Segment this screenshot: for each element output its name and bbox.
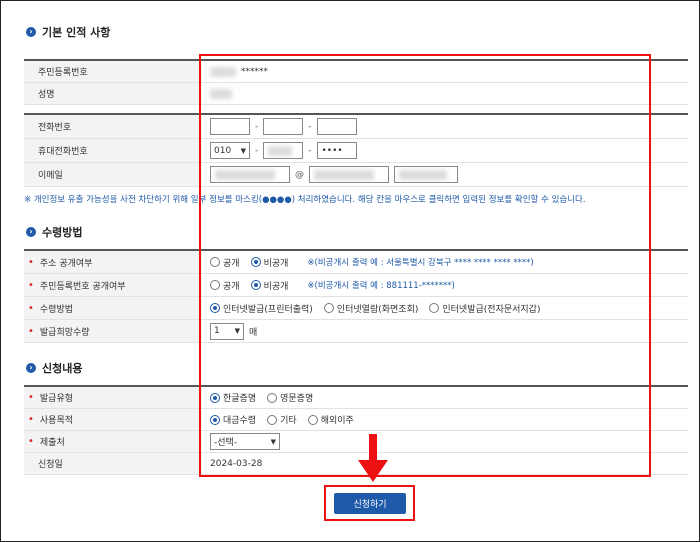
type-label: 발급유형: [24, 387, 202, 408]
phone-label: 전화번호: [24, 115, 202, 138]
highlight-box-form: [199, 54, 651, 477]
address-public-label: 주소 공개여부: [24, 251, 202, 273]
mobile-label: 휴대전화번호: [24, 139, 202, 162]
submit-button[interactable]: 신청하기: [334, 493, 406, 514]
down-arrow-icon: [358, 434, 388, 482]
arrow-circle-icon: ›: [26, 27, 36, 37]
purpose-label: 사용목적: [24, 409, 202, 430]
section-apply-title: › 신청내용: [26, 360, 82, 376]
submit-to-label: 제출처: [24, 431, 202, 452]
arrow-circle-icon: ›: [26, 363, 36, 373]
rrn-label: 주민등록번호: [24, 61, 202, 82]
section-basic-title: › 기본 인적 사항: [26, 24, 110, 40]
arrow-circle-icon: ›: [26, 227, 36, 237]
quantity-label: 발급희망수량: [24, 320, 202, 342]
rrn-public-label: 주민등록번호 공개여부: [24, 274, 202, 296]
date-label: 신청일: [24, 453, 202, 474]
email-label: 이메일: [24, 163, 202, 186]
method-label: 수령방법: [24, 297, 202, 319]
section-receive-title: › 수령방법: [26, 224, 82, 240]
name-label: 성명: [24, 83, 202, 104]
